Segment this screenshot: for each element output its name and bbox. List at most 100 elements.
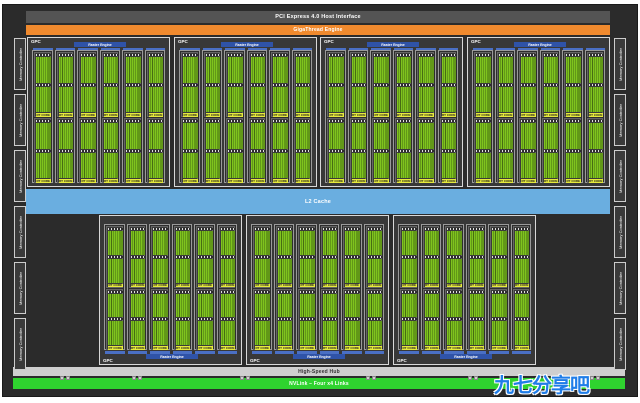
gpc-block-2: GPC Raster Engine RT CORE RT CORE RT CORE RT … bbox=[174, 37, 317, 187]
cuda-cores bbox=[514, 231, 529, 255]
gpc-block-4: GPC Raster Engine RT CORE RT CORE RT CORE RT … bbox=[467, 37, 610, 187]
rt-core: RT CORE bbox=[441, 113, 456, 117]
sm-scheduler-units bbox=[367, 228, 382, 230]
streaming-multiprocessor: RT CORE bbox=[218, 288, 235, 350]
streaming-multiprocessor: RT CORE bbox=[271, 118, 288, 183]
tensor-cores bbox=[322, 321, 337, 345]
load-store-units bbox=[447, 255, 462, 258]
rt-core: RT CORE bbox=[198, 346, 213, 350]
tensor-cores bbox=[81, 152, 96, 178]
tensor-cores bbox=[396, 152, 411, 178]
tensor-cores bbox=[81, 86, 96, 112]
polymorph-engine bbox=[252, 351, 272, 354]
rt-core: RT CORE bbox=[424, 283, 439, 287]
nvlink-connector-3 bbox=[132, 376, 136, 380]
cuda-cores bbox=[153, 231, 168, 255]
sm-scheduler-units bbox=[220, 228, 235, 230]
load-store-units bbox=[514, 255, 529, 258]
tensor-cores bbox=[58, 86, 73, 112]
streaming-multiprocessor: RT CORE bbox=[439, 118, 456, 183]
tensor-cores bbox=[273, 152, 288, 178]
tensor-cores bbox=[198, 321, 213, 345]
cuda-cores bbox=[543, 57, 558, 83]
tensor-cores bbox=[300, 321, 315, 345]
load-store-units bbox=[521, 83, 536, 86]
streaming-multiprocessor: RT CORE bbox=[275, 226, 292, 288]
tensor-cores bbox=[374, 86, 389, 112]
tpc: RT CORE RT CORE bbox=[325, 50, 346, 183]
load-store-units bbox=[58, 83, 73, 86]
tpc: RT CORE RT CORE bbox=[584, 50, 605, 183]
sm-scheduler-units bbox=[295, 120, 310, 122]
tpc: RT CORE RT CORE bbox=[472, 50, 493, 183]
streaming-multiprocessor: RT CORE bbox=[422, 288, 439, 350]
rt-core: RT CORE bbox=[300, 283, 315, 287]
rt-core: RT CORE bbox=[447, 346, 462, 350]
rt-core: RT CORE bbox=[492, 283, 507, 287]
rt-core: RT CORE bbox=[220, 283, 235, 287]
streaming-multiprocessor: RT CORE bbox=[343, 226, 360, 288]
sm-scheduler-units bbox=[126, 54, 141, 56]
load-store-units bbox=[153, 255, 168, 258]
sm-scheduler-units bbox=[228, 54, 243, 56]
raster-engine: Raster Engine bbox=[146, 354, 198, 359]
streaming-multiprocessor: RT CORE bbox=[173, 226, 190, 288]
memory-controller-label: Memory Controller bbox=[17, 327, 23, 361]
load-store-units bbox=[183, 83, 198, 86]
sm-scheduler-units bbox=[81, 54, 96, 56]
load-store-units bbox=[198, 318, 213, 321]
rt-core: RT CORE bbox=[492, 346, 507, 350]
tensor-cores bbox=[374, 152, 389, 178]
gpc-label: GPC bbox=[103, 358, 113, 363]
streaming-multiprocessor: RT CORE bbox=[181, 52, 198, 117]
rt-core: RT CORE bbox=[476, 179, 491, 183]
tpc: RT CORE RT CORE bbox=[201, 50, 222, 183]
cuda-cores bbox=[36, 123, 51, 149]
tpc: RT CORE RT CORE bbox=[149, 224, 170, 350]
load-store-units bbox=[228, 83, 243, 86]
streaming-multiprocessor: RT CORE bbox=[372, 118, 389, 183]
nvlink-connector-2 bbox=[66, 376, 70, 380]
sm-scheduler-units bbox=[492, 290, 507, 293]
load-store-units bbox=[498, 149, 513, 152]
rt-core: RT CORE bbox=[588, 113, 603, 117]
tensor-cores bbox=[329, 86, 344, 112]
load-store-units bbox=[374, 83, 389, 86]
sm-scheduler-units bbox=[198, 290, 213, 293]
rt-core: RT CORE bbox=[250, 179, 265, 183]
tensor-cores bbox=[498, 86, 513, 112]
gpc-label: GPC bbox=[178, 39, 188, 44]
cuda-cores bbox=[250, 57, 265, 83]
cuda-cores bbox=[476, 123, 491, 149]
tpc: RT CORE RT CORE bbox=[251, 224, 272, 350]
tpc: RT CORE RT CORE bbox=[398, 224, 419, 350]
rt-core: RT CORE bbox=[183, 113, 198, 117]
memory-controller-label: Memory Controller bbox=[617, 47, 623, 81]
gpc-label: GPC bbox=[324, 39, 334, 44]
tensor-cores bbox=[447, 321, 462, 345]
sm-scheduler-units bbox=[148, 54, 163, 56]
sm-scheduler-units bbox=[521, 54, 536, 56]
load-store-units bbox=[81, 83, 96, 86]
load-store-units bbox=[36, 149, 51, 152]
streaming-multiprocessor: RT CORE bbox=[275, 288, 292, 350]
load-store-units bbox=[295, 83, 310, 86]
streaming-multiprocessor: RT CORE bbox=[196, 226, 213, 288]
cuda-cores bbox=[81, 57, 96, 83]
cuda-cores bbox=[396, 57, 411, 83]
sm-scheduler-units bbox=[255, 290, 270, 293]
load-store-units bbox=[329, 149, 344, 152]
polymorph-engine bbox=[217, 351, 237, 354]
rt-core: RT CORE bbox=[498, 113, 513, 117]
tensor-cores bbox=[514, 258, 529, 283]
rt-core: RT CORE bbox=[469, 283, 484, 287]
load-store-units bbox=[476, 149, 491, 152]
load-store-units bbox=[250, 149, 265, 152]
cuda-cores bbox=[273, 57, 288, 83]
sm-scheduler-units bbox=[469, 290, 484, 293]
cuda-cores bbox=[228, 123, 243, 149]
streaming-multiprocessor: RT CORE bbox=[106, 288, 123, 350]
cuda-cores bbox=[476, 57, 491, 83]
memory-controller-right-3: Memory Controller bbox=[614, 150, 626, 202]
load-store-units bbox=[277, 318, 292, 321]
